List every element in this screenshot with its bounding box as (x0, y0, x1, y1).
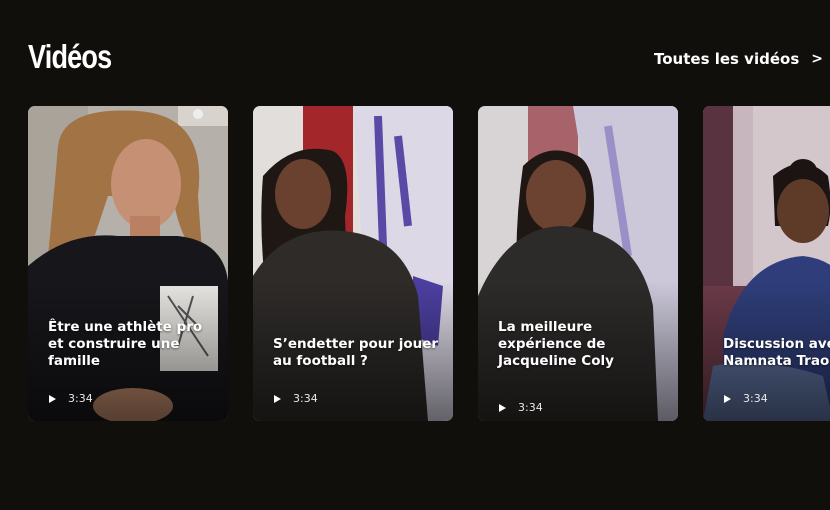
all-videos-link[interactable]: Toutes les vidéos > (654, 50, 823, 68)
video-title: Discussion avec Namnata Traoré (723, 336, 830, 369)
play-icon (499, 403, 506, 412)
chevron-right-icon: > (811, 51, 823, 67)
video-meta: 3:34 (724, 392, 768, 405)
video-carousel[interactable]: Être une athlète pro et construire une f… (0, 106, 830, 421)
video-title: La meilleure expérience de Jacqueline Co… (498, 319, 614, 369)
video-card[interactable]: S’endetter pour jouer au football ? 3:34 (253, 106, 453, 421)
video-card[interactable]: Être une athlète pro et construire une f… (28, 106, 228, 421)
video-card[interactable]: Discussion avec Namnata Traoré 3:34 (703, 106, 830, 421)
play-icon (724, 394, 731, 403)
video-title: Être une athlète pro et construire une f… (48, 319, 203, 369)
video-card[interactable]: La meilleure expérience de Jacqueline Co… (478, 106, 678, 421)
video-meta: 3:34 (274, 392, 318, 405)
video-duration: 3:34 (743, 392, 768, 405)
video-title: S’endetter pour jouer au football ? (273, 336, 439, 369)
video-duration: 3:34 (68, 392, 93, 405)
section-title: Vidéos (28, 38, 112, 75)
all-videos-label: Toutes les vidéos (654, 50, 800, 68)
play-icon (49, 394, 56, 403)
video-meta: 3:34 (499, 401, 543, 414)
video-meta: 3:34 (49, 392, 93, 405)
video-duration: 3:34 (518, 401, 543, 414)
video-duration: 3:34 (293, 392, 318, 405)
play-icon (274, 394, 281, 403)
